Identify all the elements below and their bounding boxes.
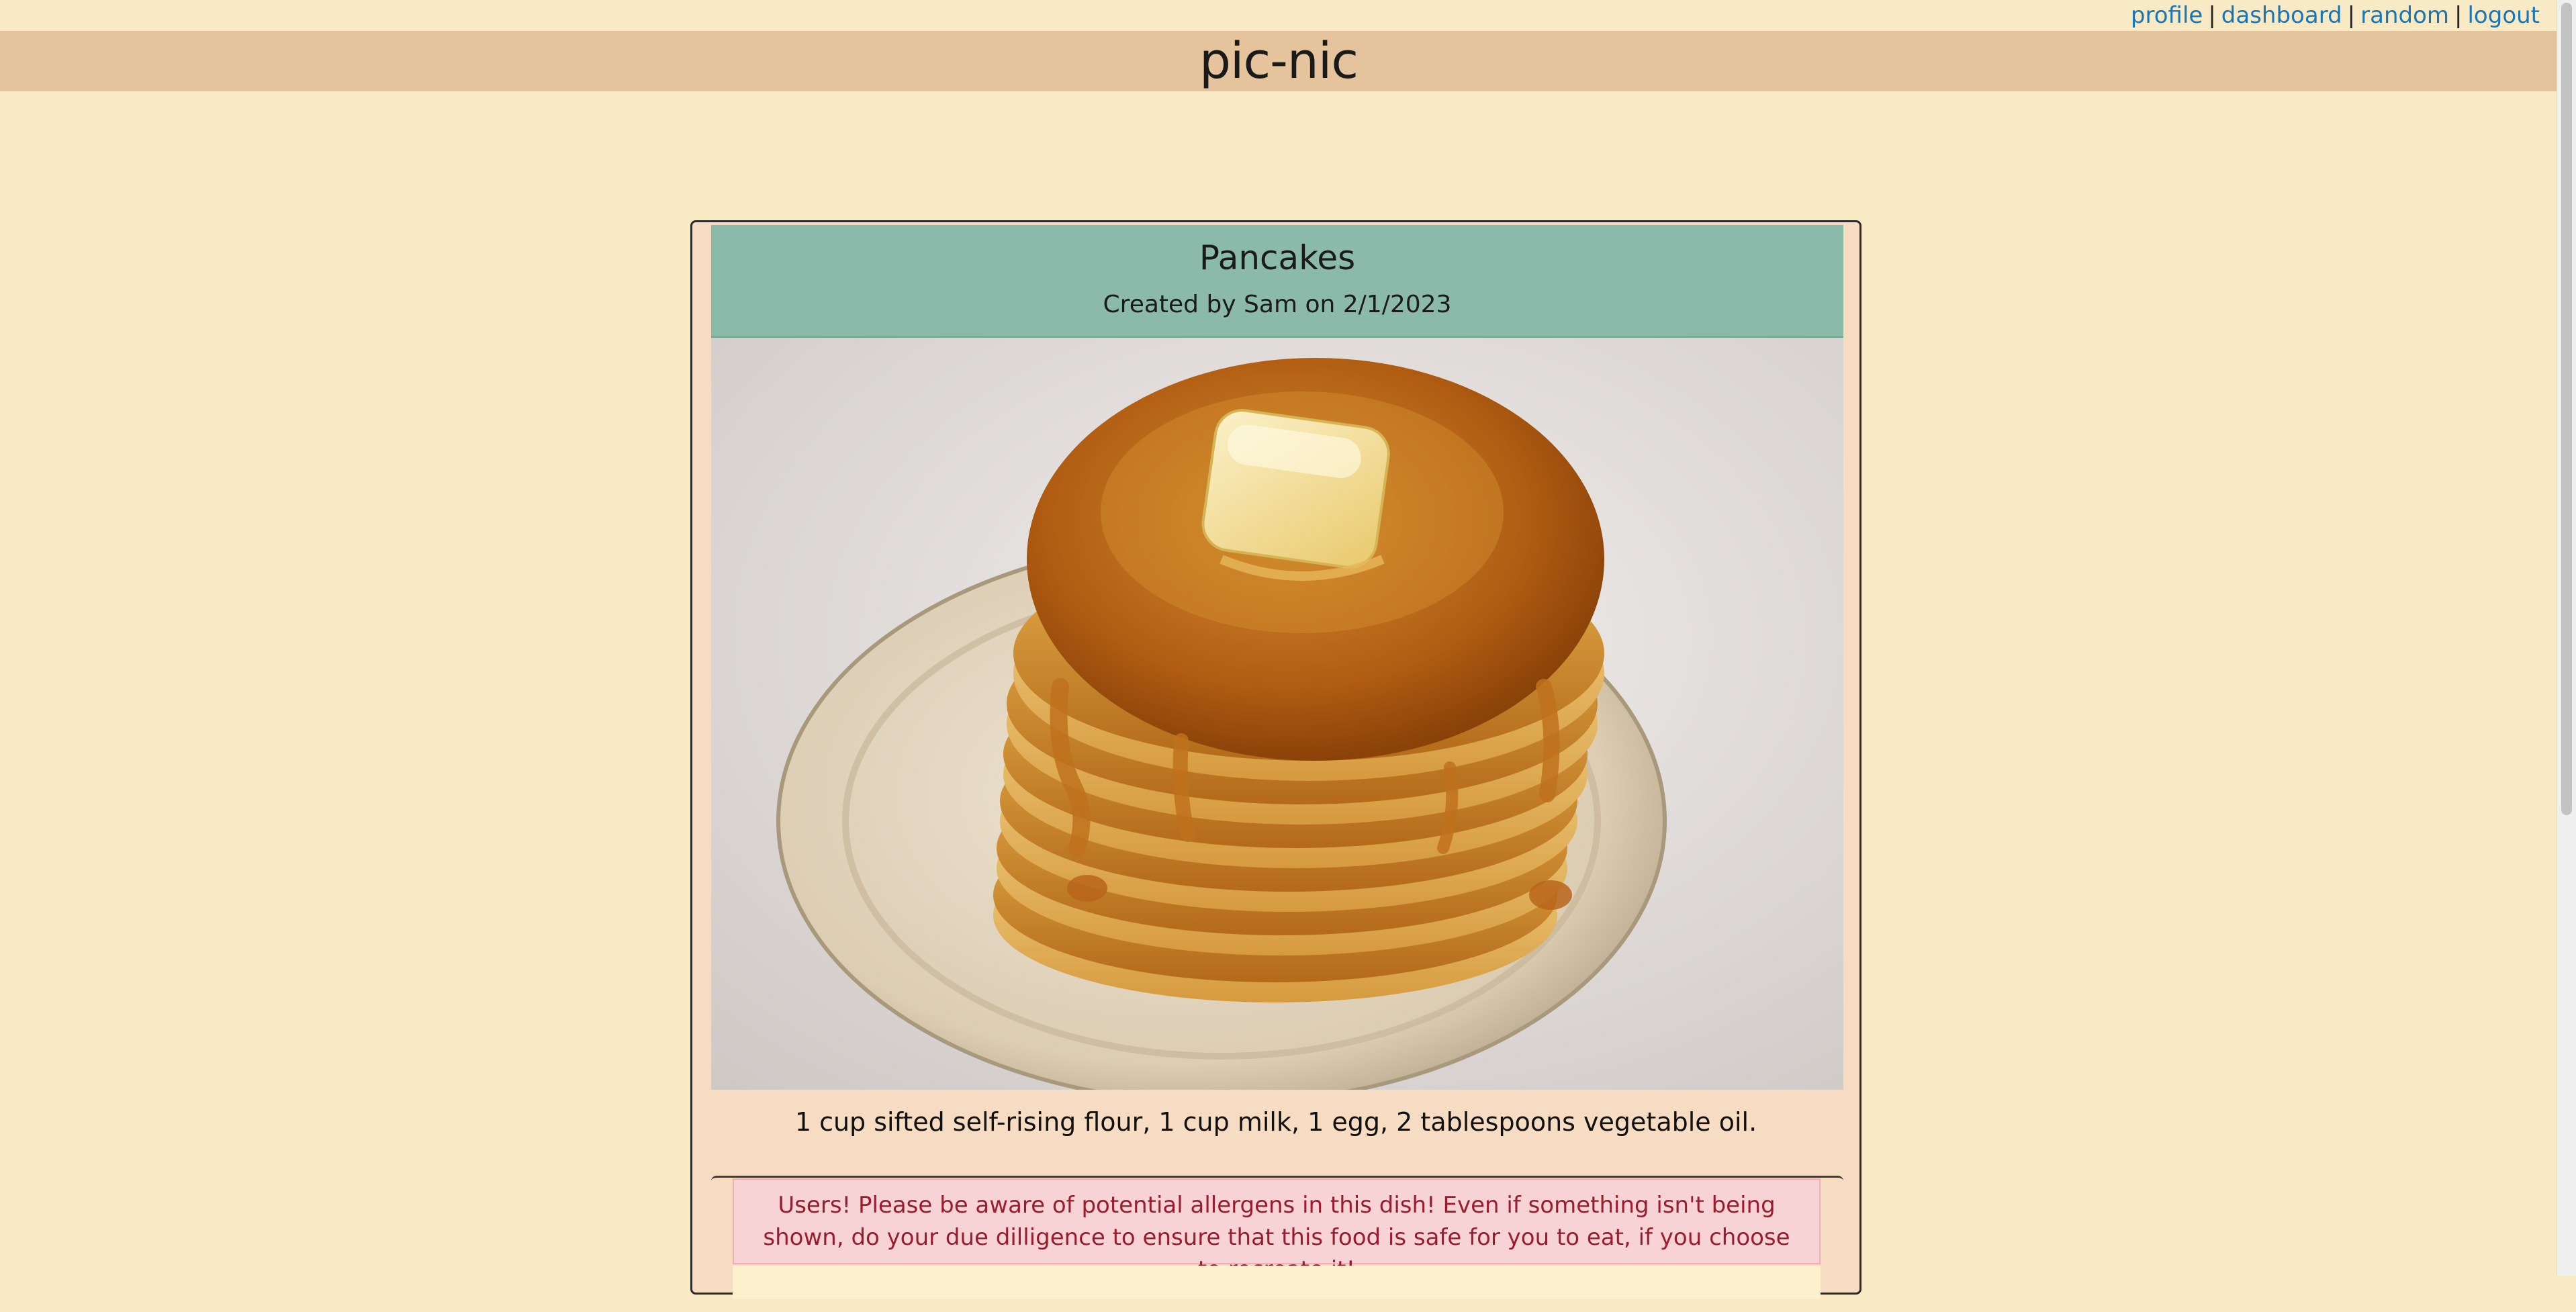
nav-link-logout[interactable]: logout — [2467, 2, 2540, 29]
allergen-content-area — [733, 1266, 1821, 1299]
nav-separator: | — [2454, 2, 2463, 29]
recipe-ingredients: 1 cup sifted self-rising flour, 1 cup mi… — [794, 1107, 1757, 1137]
nav-link-dashboard[interactable]: dashboard — [2221, 2, 2342, 29]
recipe-title: Pancakes — [1199, 238, 1356, 277]
page-scrollbar[interactable] — [2557, 0, 2576, 1276]
scrollbar-thumb[interactable] — [2561, 3, 2572, 815]
top-nav: profile | dashboard | random | logout — [2131, 0, 2540, 31]
nav-separator: | — [2347, 2, 2356, 29]
nav-link-random[interactable]: random — [2360, 2, 2449, 29]
recipe-card: Pancakes Created by Sam on 2/1/2023 1 cu… — [690, 220, 1861, 1299]
pancake-stack-photo — [711, 338, 1843, 1090]
recipe-photo — [711, 338, 1843, 1090]
recipe-byline: Created by Sam on 2/1/2023 — [1103, 291, 1452, 318]
allergen-alert: Users! Please be aware of potential alle… — [733, 1178, 1821, 1283]
nav-link-profile[interactable]: profile — [2131, 2, 2203, 29]
nav-separator: | — [2208, 2, 2216, 29]
recipe-card-header: Pancakes Created by Sam on 2/1/2023 — [711, 225, 1843, 338]
site-header: pic-nic — [0, 31, 2557, 91]
site-title: pic-nic — [1199, 32, 1359, 90]
